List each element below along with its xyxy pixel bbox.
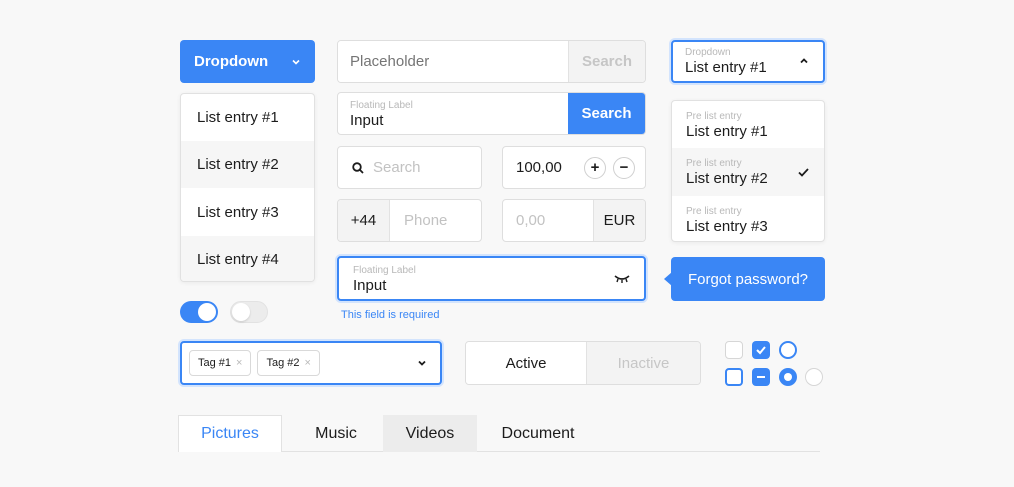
select-option[interactable]: Pre list entry List entry #2 <box>672 148 824 196</box>
decrement-button[interactable]: − <box>613 156 635 179</box>
chevron-up-icon <box>800 58 808 64</box>
checkmark-icon <box>756 346 766 355</box>
chevron-down-icon <box>292 59 300 65</box>
eye-closed-icon[interactable] <box>614 274 630 284</box>
checkbox-unchecked[interactable] <box>725 341 743 359</box>
stepper-value: 100,00 <box>516 159 562 176</box>
dropdown-button[interactable]: Dropdown <box>180 40 315 83</box>
checkbox-indeterminate[interactable] <box>752 368 770 386</box>
increment-button[interactable]: + <box>584 156 606 179</box>
dropdown-button-label: Dropdown <box>194 53 269 70</box>
floating-search: Floating Label Input Search <box>337 92 646 135</box>
amount-input[interactable]: 0,00 <box>503 200 593 241</box>
list-item[interactable]: List entry #3 <box>181 188 314 236</box>
tab-music[interactable]: Music <box>290 415 382 452</box>
floating-input[interactable]: Floating Label Input <box>338 93 568 134</box>
segmented-control: Active Inactive <box>465 341 701 385</box>
toggle-knob <box>232 303 250 321</box>
phone-input[interactable]: Phone <box>390 200 481 241</box>
phone-field: +44 Phone <box>337 199 482 242</box>
tag-input[interactable]: Tag #1 × Tag #2 × <box>180 341 442 385</box>
segment-active[interactable]: Active <box>466 342 586 384</box>
segment-inactive[interactable]: Inactive <box>586 342 700 384</box>
list-item[interactable]: List entry #2 <box>181 141 314 188</box>
minus-icon <box>757 376 765 378</box>
chevron-down-icon <box>418 360 426 366</box>
tab-videos[interactable]: Videos <box>383 415 477 452</box>
tag-chip[interactable]: Tag #2 × <box>257 350 320 376</box>
checkbox-checked[interactable] <box>752 341 770 359</box>
radio-dot <box>784 373 792 381</box>
list-item[interactable]: List entry #1 <box>181 94 314 141</box>
password-field[interactable]: Floating Label Input <box>337 256 646 301</box>
close-icon[interactable]: × <box>236 357 242 369</box>
close-icon[interactable]: × <box>305 357 311 369</box>
select-field[interactable]: Dropdown List entry #1 <box>671 40 825 83</box>
forgot-password-button[interactable]: Forgot password? <box>671 257 825 301</box>
tag-chip[interactable]: Tag #1 × <box>189 350 252 376</box>
error-message: This field is required <box>341 309 440 321</box>
tab-document[interactable]: Document <box>486 415 590 452</box>
toggle-on[interactable] <box>180 301 218 323</box>
search-icon <box>352 161 364 174</box>
tab-pictures[interactable]: Pictures <box>178 415 282 452</box>
search-bar-input[interactable] <box>338 41 568 82</box>
radio-focused[interactable] <box>779 341 797 359</box>
search-button[interactable]: Search <box>568 93 645 134</box>
radio-selected[interactable] <box>779 368 797 386</box>
quantity-stepper: 100,00 + − <box>502 146 646 189</box>
select-option[interactable]: Pre list entry List entry #3 <box>672 196 824 241</box>
select-list: Pre list entry List entry #1 Pre list en… <box>671 100 825 242</box>
search-button-disabled[interactable]: Search <box>568 41 645 82</box>
search-field[interactable]: Search <box>337 146 482 189</box>
search-bar: Search <box>337 40 646 83</box>
select-option[interactable]: Pre list entry List entry #1 <box>672 101 824 148</box>
radio-unselected[interactable] <box>805 368 823 386</box>
list-item[interactable]: List entry #4 <box>181 236 314 281</box>
search-placeholder: Search <box>373 159 421 176</box>
toggle-off[interactable] <box>230 301 268 323</box>
country-code[interactable]: +44 <box>338 200 390 241</box>
checkmark-icon <box>798 168 809 177</box>
currency-unit: EUR <box>593 200 645 241</box>
dropdown-list: List entry #1 List entry #2 List entry #… <box>180 93 315 282</box>
toggle-knob <box>198 303 216 321</box>
checkbox-focused[interactable] <box>725 368 743 386</box>
currency-field: 0,00 EUR <box>502 199 646 242</box>
